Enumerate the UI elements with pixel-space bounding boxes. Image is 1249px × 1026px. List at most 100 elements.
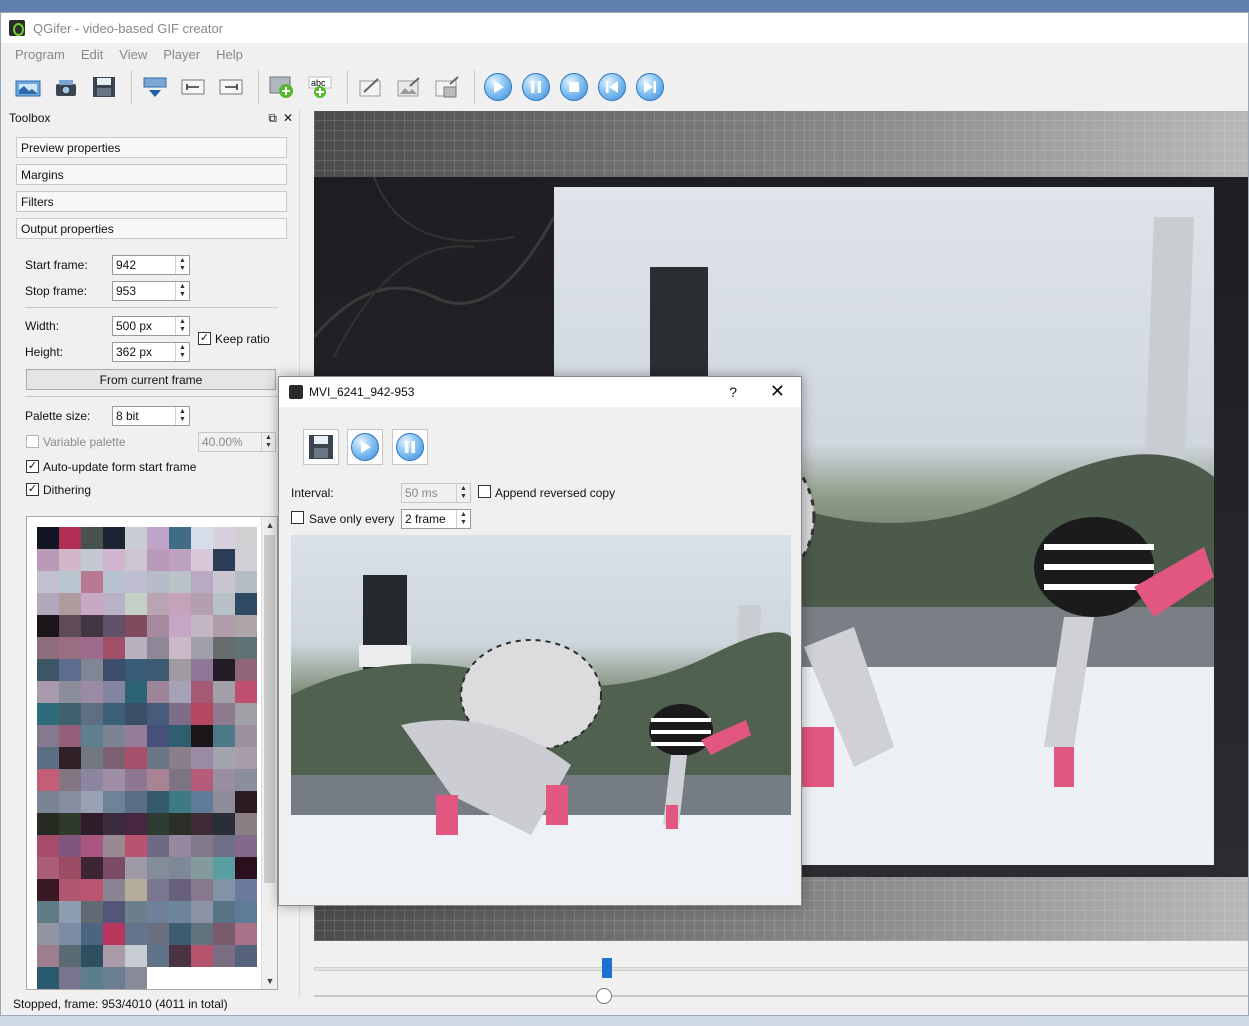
save-only-every-checkbox[interactable] bbox=[291, 511, 304, 524]
checkmark-icon: ✓ bbox=[27, 460, 38, 472]
palette-swatch bbox=[37, 791, 59, 813]
width-spinbox[interactable]: 500 px ▲ ▼ bbox=[112, 316, 190, 336]
section-margins[interactable]: Margins bbox=[16, 164, 287, 185]
palette-swatch bbox=[37, 593, 59, 615]
palette-swatch bbox=[81, 923, 103, 945]
variable-palette-spinbox[interactable]: 40.00% ▲ ▼ bbox=[198, 432, 276, 452]
stop-button[interactable] bbox=[557, 70, 591, 104]
range-handle[interactable] bbox=[602, 958, 612, 978]
palette-scrollbar[interactable]: ▲ ▼ bbox=[261, 517, 277, 989]
palette-swatch bbox=[191, 901, 213, 923]
palette-swatch bbox=[103, 637, 125, 659]
close-icon[interactable]: ✕ bbox=[770, 381, 785, 402]
section-filters[interactable]: Filters bbox=[16, 191, 287, 212]
spin-arrows-icon[interactable]: ▲ ▼ bbox=[175, 343, 189, 361]
dialog-save-button[interactable] bbox=[303, 429, 339, 465]
from-current-frame-button[interactable]: From current frame bbox=[26, 369, 276, 390]
save-button[interactable] bbox=[87, 70, 121, 104]
palette-swatch bbox=[213, 901, 235, 923]
interval-value: 50 ms bbox=[405, 486, 438, 500]
palette-swatch bbox=[169, 791, 191, 813]
add-text-button[interactable]: abc bbox=[303, 70, 337, 104]
prev-frame-button[interactable] bbox=[595, 70, 629, 104]
palette-swatch bbox=[125, 923, 147, 945]
scroll-up-icon[interactable]: ▲ bbox=[262, 517, 277, 533]
position-handle[interactable] bbox=[596, 988, 612, 1004]
palette-swatch bbox=[103, 571, 125, 593]
start-frame-spinbox[interactable]: 942 ▲ ▼ bbox=[112, 255, 190, 275]
palette-size-spinbox[interactable]: 8 bit ▲ ▼ bbox=[112, 406, 190, 426]
keep-ratio-label: Keep ratio bbox=[215, 332, 270, 346]
spin-arrows-icon[interactable]: ▲ ▼ bbox=[456, 484, 470, 502]
spin-arrows-icon[interactable]: ▲ ▼ bbox=[456, 510, 470, 528]
palette-swatch bbox=[81, 725, 103, 747]
palette-swatch bbox=[103, 923, 125, 945]
palette-swatch bbox=[103, 549, 125, 571]
menu-program[interactable]: Program bbox=[7, 47, 73, 62]
menu-view[interactable]: View bbox=[111, 47, 155, 62]
palette-swatch bbox=[147, 637, 169, 659]
palette-swatch bbox=[59, 791, 81, 813]
frame-down-button[interactable] bbox=[138, 70, 172, 104]
dithering-checkbox[interactable]: ✓ bbox=[26, 483, 39, 496]
title-bar: QGifer - video-based GIF creator bbox=[1, 13, 1248, 43]
palette-swatch bbox=[235, 791, 257, 813]
interval-spinbox[interactable]: 50 ms ▲ ▼ bbox=[401, 483, 471, 503]
palette-swatch bbox=[191, 703, 213, 725]
draw-button[interactable] bbox=[354, 70, 388, 104]
float-icon[interactable]: ⧉ bbox=[268, 111, 277, 126]
spin-arrows-icon[interactable]: ▲ ▼ bbox=[175, 256, 189, 274]
toolbar-separator bbox=[258, 70, 259, 104]
extract-gif-button[interactable] bbox=[49, 70, 83, 104]
height-spinbox[interactable]: 362 px ▲ ▼ bbox=[112, 342, 190, 362]
palette-swatch bbox=[103, 725, 125, 747]
palette-swatch bbox=[125, 549, 147, 571]
spin-arrows-icon[interactable]: ▲ ▼ bbox=[175, 282, 189, 300]
set-start-button[interactable] bbox=[176, 70, 210, 104]
section-output-properties[interactable]: Output properties bbox=[16, 218, 287, 239]
menu-edit[interactable]: Edit bbox=[73, 47, 111, 62]
next-frame-button[interactable] bbox=[633, 70, 667, 104]
keep-ratio-checkbox[interactable]: ✓ bbox=[198, 332, 211, 345]
dialog-pause-button[interactable] bbox=[392, 429, 428, 465]
range-slider[interactable] bbox=[314, 955, 1248, 981]
palette-swatch bbox=[81, 967, 103, 989]
palette-swatch bbox=[191, 769, 213, 791]
palette-swatch bbox=[59, 879, 81, 901]
help-icon[interactable]: ? bbox=[729, 384, 737, 400]
add-text-icon: abc bbox=[308, 76, 332, 98]
palette-swatch bbox=[103, 813, 125, 835]
append-reversed-checkbox[interactable] bbox=[478, 485, 491, 498]
spin-arrows-icon[interactable]: ▲ ▼ bbox=[175, 317, 189, 335]
palette-swatch bbox=[59, 769, 81, 791]
palette-swatch bbox=[191, 923, 213, 945]
open-video-button[interactable] bbox=[11, 70, 45, 104]
dialog-play-button[interactable] bbox=[347, 429, 383, 465]
spin-arrows-icon[interactable]: ▲ ▼ bbox=[175, 407, 189, 425]
close-icon[interactable]: ✕ bbox=[283, 111, 293, 126]
section-preview-properties[interactable]: Preview properties bbox=[16, 137, 287, 158]
palette-swatch bbox=[147, 769, 169, 791]
add-object-button[interactable] bbox=[265, 70, 299, 104]
spin-arrows-icon[interactable]: ▲ ▼ bbox=[261, 433, 275, 451]
variable-palette-checkbox[interactable] bbox=[26, 435, 39, 448]
pause-button[interactable] bbox=[519, 70, 553, 104]
position-slider[interactable] bbox=[314, 987, 1248, 1005]
palette-swatch bbox=[59, 615, 81, 637]
palette-swatch bbox=[235, 615, 257, 637]
palette-view[interactable]: ▲ ▼ bbox=[26, 516, 278, 990]
palette-swatch bbox=[213, 769, 235, 791]
image-edit-button[interactable] bbox=[392, 70, 426, 104]
stop-frame-spinbox[interactable]: 953 ▲ ▼ bbox=[112, 281, 190, 301]
save-only-every-spinbox[interactable]: 2 frame ▲ ▼ bbox=[401, 509, 471, 529]
set-end-button[interactable] bbox=[214, 70, 248, 104]
menu-help[interactable]: Help bbox=[208, 47, 251, 62]
palette-swatch bbox=[213, 527, 235, 549]
scroll-down-icon[interactable]: ▼ bbox=[262, 973, 277, 989]
palette-swatch bbox=[103, 857, 125, 879]
menu-player[interactable]: Player bbox=[155, 47, 208, 62]
crop-button[interactable] bbox=[430, 70, 464, 104]
play-button[interactable] bbox=[481, 70, 515, 104]
scroll-thumb[interactable] bbox=[264, 535, 275, 883]
auto-update-checkbox[interactable]: ✓ bbox=[26, 460, 39, 473]
